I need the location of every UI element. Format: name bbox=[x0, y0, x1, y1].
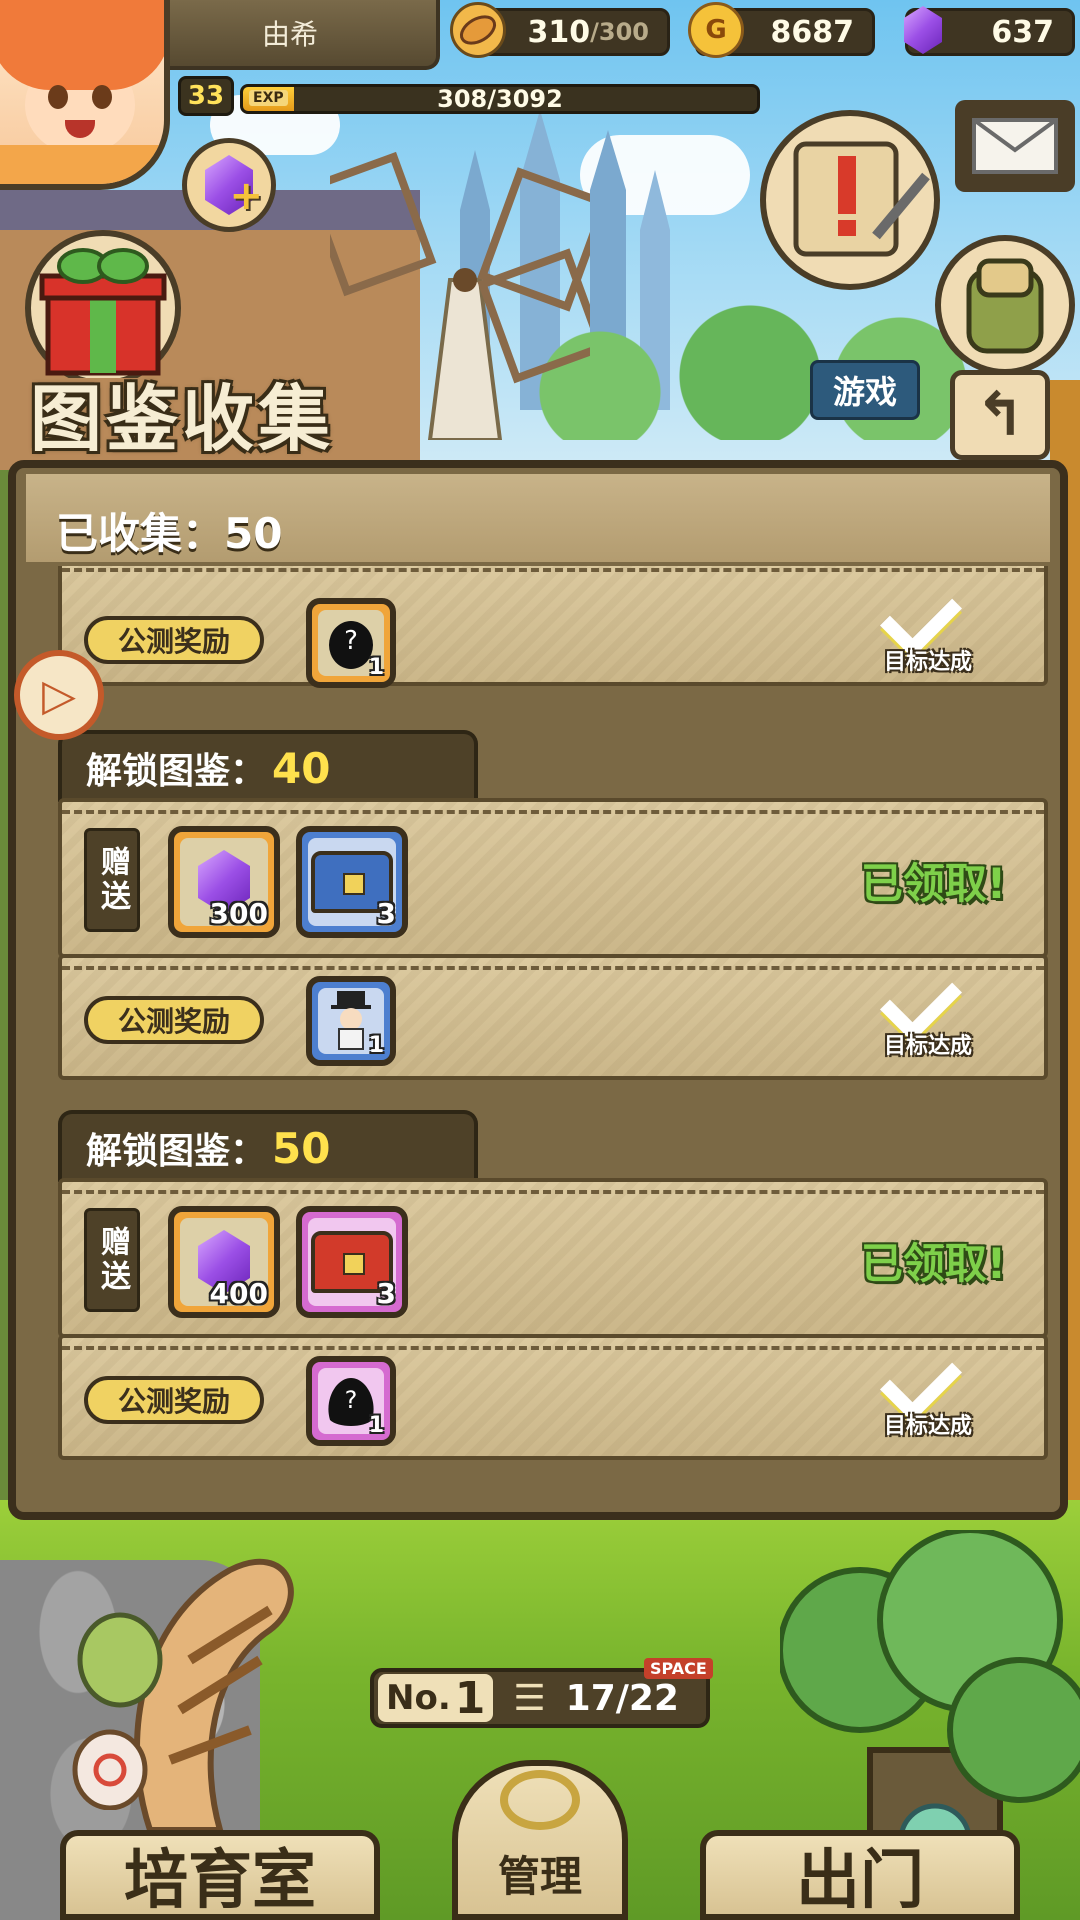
player-name-plate: 由希 bbox=[140, 0, 440, 70]
reward-row-tier-50-beta: 公测奖励 ? 1 目标达成 bbox=[58, 1334, 1048, 1460]
buy-gems-button[interactable]: + bbox=[182, 138, 276, 232]
goal-achieved-label: 目标达成 bbox=[883, 1034, 972, 1059]
reward-row-beta: 公测奖励 ? 1 目标达成 bbox=[58, 566, 1048, 688]
item-count: 3 bbox=[376, 1277, 396, 1310]
eggs-illustration bbox=[72, 1612, 163, 1810]
reward-item-chest[interactable]: 3 bbox=[296, 826, 408, 938]
tier-header-label: 解锁图鉴： bbox=[86, 1131, 267, 1172]
reward-item-chest[interactable]: 3 bbox=[296, 1206, 408, 1318]
gift-label: 赠送 bbox=[84, 828, 140, 932]
back-arrow-icon: ↰ bbox=[974, 380, 1026, 450]
go-out-button[interactable]: 出门 bbox=[700, 1830, 1020, 1920]
reward-item-character[interactable]: 1 bbox=[306, 976, 396, 1066]
player-level: 33 bbox=[178, 76, 234, 116]
stamina-value: 310 bbox=[527, 14, 591, 50]
arrow-right-icon: ▷ bbox=[42, 669, 76, 721]
envelope-icon bbox=[972, 118, 1058, 174]
exp-value: 308/3092 bbox=[437, 85, 563, 113]
tier-header-label: 解锁图鉴： bbox=[86, 751, 267, 792]
quest-scroll-button[interactable] bbox=[760, 110, 940, 290]
goal-achieved-label: 目标达成 bbox=[883, 1414, 972, 1439]
top-hud: 由希 310 /300 8687 G 637 33 EXP 308/3092 bbox=[0, 0, 1080, 190]
item-count: 300 bbox=[209, 897, 268, 930]
gift-box-button[interactable] bbox=[18, 228, 188, 378]
tier-header-value: 40 bbox=[272, 743, 331, 793]
player-name: 由希 bbox=[261, 18, 318, 51]
page-title: 图鉴收集 bbox=[30, 375, 335, 461]
exp-bar: EXP 308/3092 bbox=[240, 84, 760, 114]
reward-row-tier-50-gift: 赠送 400 3 已领取! bbox=[58, 1178, 1048, 1338]
reward-item-character[interactable]: ? 1 bbox=[306, 1356, 396, 1446]
collection-panel: 已收集：50 公测奖励 ? 1 目标达成 解锁图鉴： 40 赠送 300 3 已… bbox=[8, 460, 1068, 1520]
back-button[interactable]: ↰ bbox=[950, 370, 1050, 460]
reward-list[interactable]: 公测奖励 ? 1 目标达成 解锁图鉴： 40 赠送 300 3 已领取! 公测奖… bbox=[26, 566, 1050, 1502]
incubator-room-button[interactable]: 培育室 bbox=[60, 1830, 380, 1920]
slot-number: No. 1 bbox=[378, 1673, 494, 1724]
reward-item-gems[interactable]: 300 bbox=[168, 826, 280, 938]
gem-value: 637 bbox=[991, 14, 1054, 50]
gold-coin-icon: G bbox=[688, 2, 744, 58]
page-title-plate: 图鉴收集 bbox=[30, 362, 334, 462]
tier-40-header: 解锁图鉴： 40 bbox=[58, 730, 478, 802]
mail-button[interactable] bbox=[955, 100, 1075, 192]
beta-reward-label: 公测奖励 bbox=[84, 1376, 264, 1424]
item-count: 1 bbox=[368, 1033, 384, 1058]
plus-icon: + bbox=[229, 173, 263, 219]
reward-item-gems[interactable]: 400 bbox=[168, 1206, 280, 1318]
player-avatar[interactable] bbox=[0, 0, 170, 190]
purple-gem-icon bbox=[895, 2, 951, 58]
reward-row-tier-40-gift: 赠送 300 3 已领取! bbox=[58, 798, 1048, 958]
reward-item-slot[interactable]: ? 1 bbox=[306, 598, 396, 688]
item-count: 3 bbox=[376, 897, 396, 930]
side-expand-button[interactable]: ▷ bbox=[14, 650, 104, 740]
claimed-status: 已领取! bbox=[860, 1239, 1006, 1288]
manage-label: 管理 bbox=[497, 1852, 582, 1901]
windmill-illustration bbox=[330, 151, 590, 440]
item-count: 1 bbox=[368, 1413, 384, 1438]
goal-achieved-badge: 目标达成 bbox=[868, 1339, 988, 1446]
key-icon bbox=[500, 1770, 580, 1830]
gift-label: 赠送 bbox=[84, 1208, 140, 1312]
space-label: SPACE bbox=[644, 1658, 713, 1679]
menu-lines-icon: ☰ bbox=[513, 1677, 546, 1719]
item-count: 1 bbox=[368, 655, 384, 680]
collected-count: 已收集：50 bbox=[56, 509, 283, 558]
panel-header: 已收集：50 bbox=[26, 474, 1050, 566]
bread-icon bbox=[450, 2, 506, 58]
item-count: 400 bbox=[209, 1277, 268, 1310]
game-tag-button[interactable]: 游戏 bbox=[810, 360, 920, 420]
goal-achieved-badge: 目标达成 bbox=[868, 959, 988, 1066]
tier-header-value: 50 bbox=[272, 1123, 331, 1173]
reward-row-tier-40-beta: 公测奖励 1 目标达成 bbox=[58, 954, 1048, 1080]
space-value: 17/22 bbox=[565, 1677, 679, 1719]
beta-reward-label: 公测奖励 bbox=[84, 616, 264, 664]
backpack-button[interactable] bbox=[935, 235, 1075, 375]
gold-value: 8687 bbox=[770, 14, 855, 50]
beta-reward-label: 公测奖励 bbox=[84, 996, 264, 1044]
svg-text:?: ? bbox=[344, 626, 358, 656]
svg-text:?: ? bbox=[345, 1386, 358, 1414]
claimed-status: 已领取! bbox=[860, 859, 1006, 908]
goal-achieved-label: 目标达成 bbox=[883, 650, 972, 675]
goal-achieved-badge: 目标达成 bbox=[868, 575, 988, 682]
stamina-max: /300 bbox=[590, 18, 649, 46]
tier-50-header: 解锁图鉴： 50 bbox=[58, 1110, 478, 1182]
